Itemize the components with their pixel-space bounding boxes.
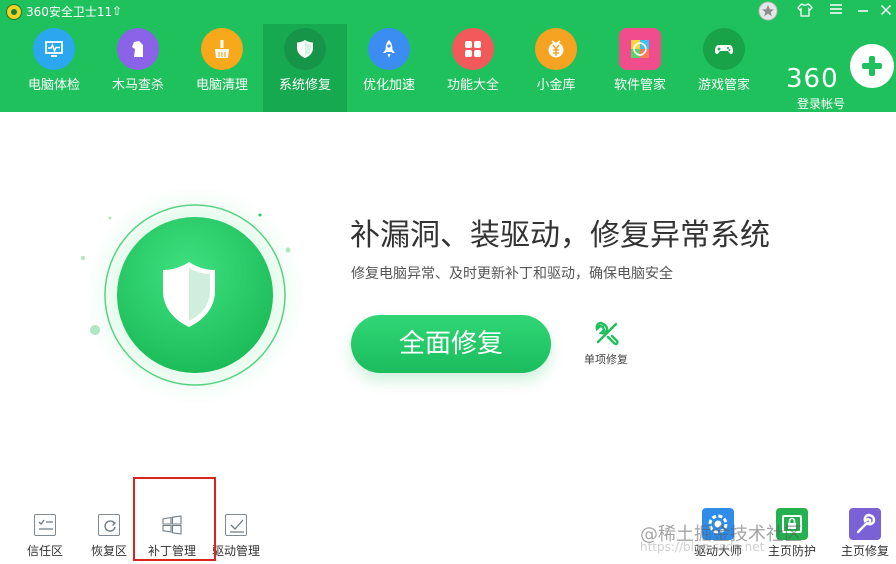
app-title: 360安全卫士11 xyxy=(26,5,113,19)
tool-label: 主页防护 xyxy=(767,544,816,558)
tab-all-features[interactable]: 功能大全 xyxy=(431,24,515,112)
tab-computer-checkup[interactable]: 电脑体检 xyxy=(12,24,96,112)
upgrade-arrow-icon[interactable]: ⇧ xyxy=(112,3,122,19)
tab-label: 电脑清理 xyxy=(195,78,248,93)
tab-label: 电脑体检 xyxy=(27,78,80,93)
tab-optimize-speedup[interactable]: 优化加速 xyxy=(347,24,431,112)
tab-label: 游戏管家 xyxy=(697,78,750,93)
driver-check-icon xyxy=(225,514,247,536)
main-toolbar: 电脑体检 木马查杀 电脑清理 系统修复 优化加速 功能大全 小金库 软件管家 游… xyxy=(0,24,896,112)
tab-label: 小金库 xyxy=(536,78,576,93)
watermark-url: https://blog.csdn.net xyxy=(640,540,765,554)
shield-hero-icon xyxy=(77,190,310,413)
shield-icon xyxy=(284,28,326,70)
homepage-repair-button[interactable]: 主页修复 xyxy=(837,508,893,560)
star-icon[interactable] xyxy=(758,1,778,21)
brand-360-logo: 360 xyxy=(786,64,839,94)
skin-icon[interactable] xyxy=(795,2,815,22)
tab-system-repair[interactable]: 系统修复 xyxy=(263,24,347,112)
tool-label: 恢复区 xyxy=(90,544,127,558)
minimize-icon[interactable] xyxy=(853,2,873,22)
close-icon[interactable] xyxy=(876,2,896,22)
restore-icon xyxy=(98,514,120,536)
app-logo-icon xyxy=(6,4,22,20)
tab-software-manager[interactable]: 软件管家 xyxy=(598,24,682,112)
app-window: 360安全卫士11 ⇧ 电脑体检 木马查杀 电脑清理 系统修复 优化加速 功能大… xyxy=(0,0,896,564)
tools-icon xyxy=(595,321,619,346)
tool-label: 信任区 xyxy=(26,544,63,558)
tab-small-vault[interactable]: 小金库 xyxy=(514,24,598,112)
single-repair-label: 单项修复 xyxy=(584,353,628,366)
tab-label: 功能大全 xyxy=(446,78,499,93)
title-bar: 360安全卫士11 ⇧ xyxy=(0,0,896,24)
tab-computer-cleanup[interactable]: 电脑清理 xyxy=(180,24,264,112)
trust-zone-button[interactable]: 信任区 xyxy=(13,512,77,560)
apps-icon xyxy=(619,28,661,70)
tab-trojan-scan[interactable]: 木马查杀 xyxy=(96,24,180,112)
tab-label: 木马查杀 xyxy=(111,78,164,93)
tab-label: 优化加速 xyxy=(362,78,415,93)
tab-label: 软件管家 xyxy=(613,78,666,93)
add-account-button[interactable] xyxy=(850,44,894,88)
horse-icon xyxy=(117,28,159,70)
single-repair-button[interactable]: 单项修复 xyxy=(576,318,636,372)
trust-list-icon xyxy=(34,514,56,536)
rocket-icon xyxy=(368,28,410,70)
broom-icon xyxy=(201,28,243,70)
hero-subheading: 修复电脑异常、及时更新补丁和驱动，确保电脑安全 xyxy=(351,266,673,282)
login-account-link[interactable]: 登录帐号 xyxy=(797,97,845,112)
full-repair-button[interactable]: 全面修复 xyxy=(351,315,551,373)
menu-icon[interactable] xyxy=(826,2,846,22)
wrench-icon xyxy=(849,508,881,540)
highlight-annotation-box xyxy=(133,477,216,561)
tab-label: 系统修复 xyxy=(278,78,331,93)
hero-heading: 补漏洞、装驱动，修复异常系统 xyxy=(350,218,770,253)
grid-icon xyxy=(452,28,494,70)
restore-zone-button[interactable]: 恢复区 xyxy=(77,512,141,560)
monitor-check-icon xyxy=(33,28,75,70)
tool-label: 主页修复 xyxy=(840,544,889,558)
tab-game-manager[interactable]: 游戏管家 xyxy=(682,24,766,112)
coin-icon xyxy=(535,28,577,70)
gamepad-icon xyxy=(703,28,745,70)
